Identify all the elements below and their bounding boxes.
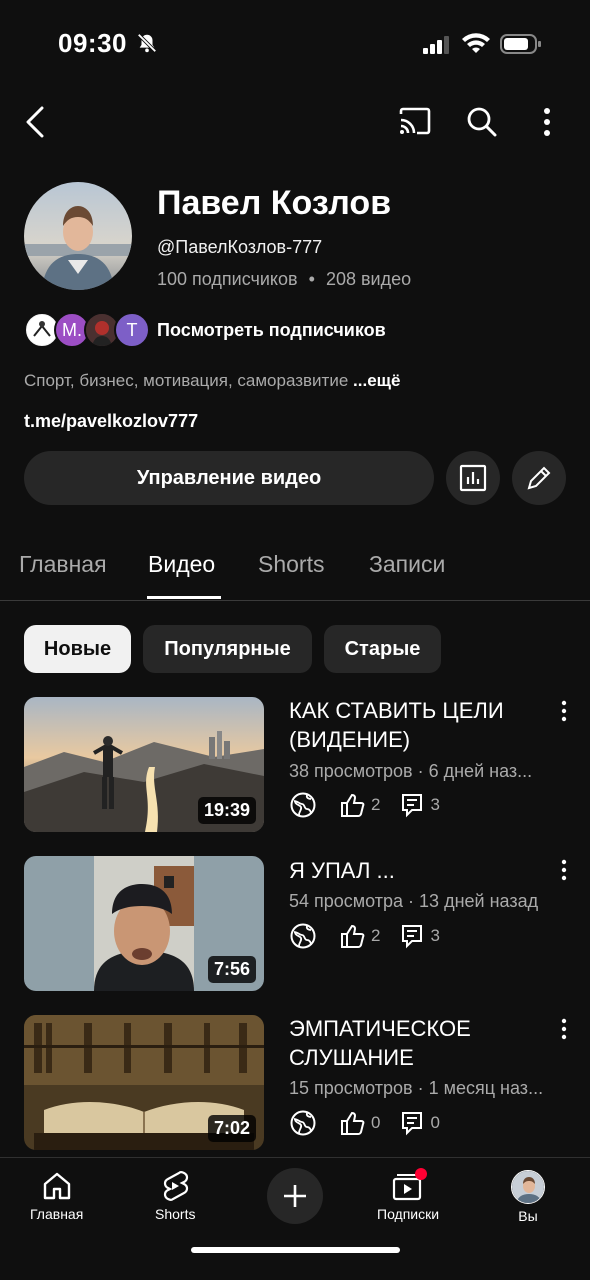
bottom-navigation: Главная Shorts Подписки Вы (0, 1157, 590, 1280)
search-icon[interactable] (466, 106, 498, 138)
video-thumbnail[interactable]: 7:02 (24, 1015, 264, 1150)
channel-description[interactable]: Спорт, бизнес, мотивация, саморазвитие .… (24, 371, 400, 391)
video-meta: 38 просмотров · 6 дней наз... (289, 761, 533, 781)
you-avatar (511, 1170, 545, 1204)
tab-home[interactable]: Главная (19, 551, 107, 578)
wifi-icon (462, 33, 490, 55)
video-stats: 0 0 (289, 1109, 454, 1137)
notification-dot (415, 1168, 428, 1180)
globe-icon (290, 792, 316, 818)
video-title[interactable]: ЭМПАТИЧЕСКОЕ СЛУШАНИЕ (289, 1014, 551, 1072)
view-subscribers-link[interactable]: Посмотреть подписчиков (157, 320, 386, 341)
channel-handle: @ПавелКозлов-777 (157, 237, 323, 257)
nav-subscriptions[interactable]: Подписки (377, 1168, 440, 1222)
create-button[interactable] (267, 1168, 323, 1224)
nav-shorts[interactable]: Shorts (155, 1170, 195, 1222)
nav-shorts-label: Shorts (155, 1206, 196, 1222)
comment-count: 3 (430, 795, 440, 814)
chip-popular[interactable]: Популярные (143, 625, 312, 673)
chip-oldest[interactable]: Старые (324, 625, 441, 673)
nav-home[interactable]: Главная (30, 1170, 83, 1222)
like-icon (341, 793, 365, 817)
channel-stats: 100 подписчиков • 208 видео (157, 269, 411, 290)
video-duration: 19:39 (197, 797, 256, 824)
video-count: 208 видео (325, 269, 412, 289)
plus-icon (284, 1185, 306, 1207)
analytics-button[interactable] (446, 451, 500, 505)
globe-icon (290, 1110, 316, 1136)
video-thumbnail[interactable]: 19:39 (24, 697, 264, 832)
like-count: 2 (371, 926, 381, 945)
cast-icon[interactable] (398, 106, 432, 136)
nav-home-label: Главная (30, 1206, 84, 1222)
video-thumbnail[interactable]: 7:56 (24, 856, 264, 991)
status-time: 09:30 (58, 28, 127, 58)
comment-count: 0 (430, 1113, 440, 1132)
nav-you-label: Вы (518, 1208, 538, 1224)
more-vertical-icon[interactable] (534, 106, 560, 138)
home-indicator (191, 1247, 400, 1253)
like-icon (341, 1111, 365, 1135)
tab-shorts[interactable]: Shorts (258, 551, 324, 578)
analytics-icon (459, 464, 487, 492)
cellular-signal-icon (423, 36, 451, 54)
video-meta: 54 просмотра · 13 дней назад (289, 891, 539, 911)
pencil-icon (527, 466, 551, 490)
video-stats: 2 3 (289, 922, 454, 950)
video-duration: 7:02 (207, 1115, 256, 1142)
description-more[interactable]: ...ещё (353, 371, 400, 390)
channel-link[interactable]: t.me/pavelkozlov777 (24, 411, 198, 432)
channel-name: Павел Козлов (157, 184, 392, 222)
subscriber-avatar: T (114, 312, 150, 348)
back-arrow-icon[interactable] (22, 104, 50, 140)
subscriber-avatars[interactable]: M. T (24, 312, 150, 348)
tab-videos[interactable]: Видео (148, 551, 215, 578)
subscriber-count: 100 подписчиков (157, 269, 298, 289)
video-menu-icon[interactable] (557, 700, 571, 722)
nav-you[interactable]: Вы (511, 1170, 545, 1224)
bell-muted-icon (136, 32, 158, 54)
nav-subscriptions-label: Подписки (377, 1206, 440, 1222)
comment-icon (402, 925, 423, 949)
manage-videos-button[interactable]: Управление видео (24, 451, 434, 505)
active-tab-indicator (147, 596, 221, 599)
video-stats: 2 3 (289, 791, 454, 819)
like-count: 0 (371, 1113, 381, 1132)
video-duration: 7:56 (207, 956, 256, 983)
comment-icon (402, 794, 423, 818)
tab-posts[interactable]: Записи (369, 551, 445, 578)
video-menu-icon[interactable] (557, 859, 571, 881)
stats-separator: • (308, 269, 315, 289)
description-text: Спорт, бизнес, мотивация, саморазвитие (24, 371, 349, 390)
video-meta: 15 просмотров · 1 месяц наз... (289, 1078, 544, 1098)
like-count: 2 (371, 795, 381, 814)
chip-newest[interactable]: Новые (24, 625, 131, 673)
battery-icon (500, 34, 542, 54)
video-menu-icon[interactable] (557, 1018, 571, 1040)
globe-icon (290, 923, 316, 949)
tabs-divider (0, 600, 590, 601)
channel-avatar[interactable] (24, 182, 132, 290)
edit-channel-button[interactable] (512, 451, 566, 505)
shorts-icon (164, 1171, 189, 1201)
home-icon (43, 1172, 70, 1200)
comment-count: 3 (430, 926, 440, 945)
comment-icon (402, 1112, 423, 1136)
video-title[interactable]: Я УПАЛ ... (289, 856, 551, 885)
like-icon (341, 924, 365, 948)
video-title[interactable]: КАК СТАВИТЬ ЦЕЛИ (ВИДЕНИЕ) (289, 696, 551, 754)
